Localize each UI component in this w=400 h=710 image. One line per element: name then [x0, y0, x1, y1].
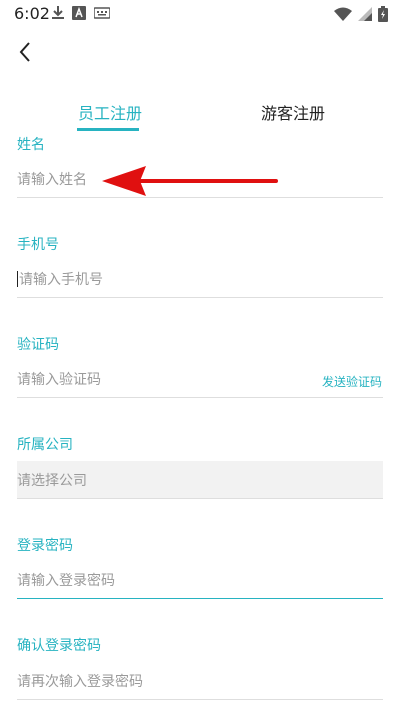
code-placeholder: 请输入验证码 — [17, 371, 101, 388]
password-label: 登录密码 — [17, 538, 73, 554]
confirm-password-placeholder: 请再次输入登录密码 — [17, 673, 143, 690]
company-label: 所属公司 — [17, 437, 73, 453]
password-field[interactable]: 请输入登录密码 — [17, 561, 383, 599]
keyboard-icon — [94, 7, 110, 19]
status-icons-right — [334, 6, 388, 22]
company-select[interactable]: 请选择公司 — [17, 461, 383, 499]
phone-label: 手机号 — [17, 237, 59, 253]
confirm-password-field[interactable]: 请再次输入登录密码 — [17, 662, 383, 700]
name-label: 姓名 — [17, 137, 45, 153]
send-code-button[interactable]: 发送验证码 — [322, 373, 382, 390]
company-placeholder: 请选择公司 — [17, 472, 87, 489]
phone-field[interactable]: 请输入手机号 — [17, 260, 383, 298]
text-caret — [17, 270, 18, 287]
registration-tabs: 员工注册 游客注册 — [0, 100, 400, 134]
wifi-icon — [334, 7, 352, 21]
chevron-left-icon — [19, 42, 30, 62]
back-button[interactable] — [12, 38, 40, 66]
status-icons-left — [52, 6, 110, 20]
download-icon — [52, 6, 64, 19]
name-placeholder: 请输入姓名 — [17, 171, 87, 188]
annotation-arrow — [102, 166, 278, 196]
tab-employee-register[interactable]: 员工注册 — [78, 100, 142, 124]
tab-guest-register[interactable]: 游客注册 — [261, 100, 325, 124]
status-time: 6:02 — [14, 4, 50, 23]
code-label: 验证码 — [17, 337, 59, 353]
confirm-password-label: 确认登录密码 — [17, 638, 101, 654]
signal-icon — [358, 7, 372, 21]
phone-placeholder: 请输入手机号 — [19, 271, 103, 288]
password-placeholder: 请输入登录密码 — [17, 572, 115, 589]
active-tab-indicator — [77, 128, 139, 131]
a-icon — [72, 6, 86, 20]
battery-icon — [378, 6, 388, 22]
status-bar: 6:02 — [0, 0, 400, 28]
